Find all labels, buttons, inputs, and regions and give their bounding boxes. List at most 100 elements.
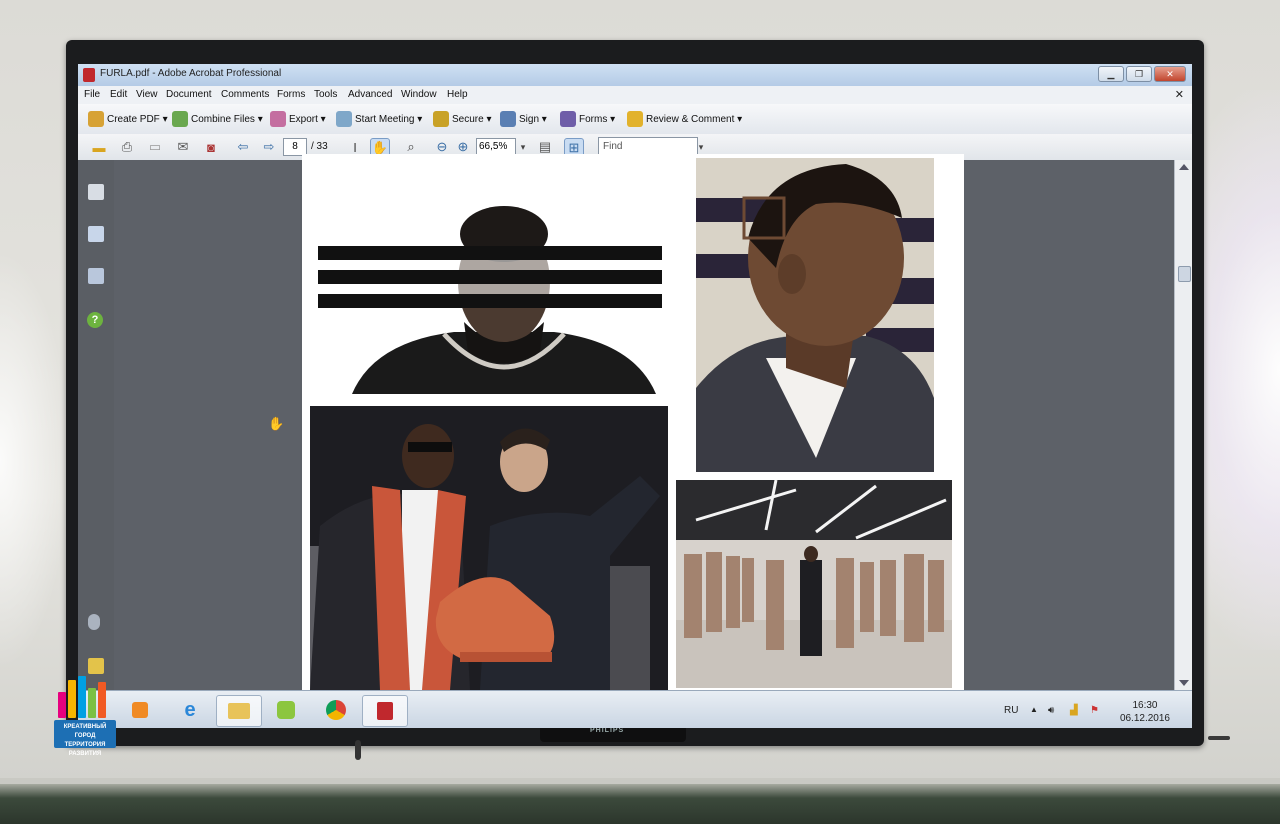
logo-line2: ТЕРРИТОРИЯ РАЗВИТИЯ bbox=[64, 742, 106, 757]
photo-sneaker-duo bbox=[310, 406, 668, 690]
menu-advanced[interactable]: Advanced bbox=[348, 89, 392, 100]
task-toolbar: Create PDF ▾ Combine Files ▾ Export ▾ St… bbox=[78, 104, 1192, 135]
attachments-icon[interactable] bbox=[88, 614, 100, 630]
action-center-icon[interactable]: ⚑ bbox=[1090, 705, 1099, 716]
print-icon[interactable]: ⎙ bbox=[118, 138, 136, 156]
open-folder-icon[interactable]: ▬ bbox=[90, 138, 108, 156]
photo-striped-portrait bbox=[304, 162, 692, 402]
striped-portrait-image bbox=[304, 162, 692, 402]
export-icon bbox=[270, 111, 286, 127]
menu-help[interactable]: Help bbox=[447, 89, 468, 100]
meeting-icon bbox=[336, 111, 352, 127]
menu-file[interactable]: File bbox=[84, 89, 100, 100]
vertical-scrollbar[interactable] bbox=[1174, 160, 1192, 690]
menu-tools[interactable]: Tools bbox=[314, 89, 337, 100]
forms-label: Forms ▾ bbox=[579, 113, 616, 125]
bookmarks-panel-icon[interactable] bbox=[88, 226, 104, 242]
document-close-icon[interactable]: ✕ bbox=[1175, 88, 1184, 101]
media-player-task[interactable] bbox=[118, 695, 162, 725]
lock-icon bbox=[433, 111, 449, 127]
export-label: Export ▾ bbox=[289, 113, 326, 125]
chrome-icon bbox=[326, 700, 346, 720]
sign-label: Sign ▾ bbox=[519, 113, 547, 125]
acrobat-task[interactable] bbox=[362, 695, 408, 727]
menu-forms[interactable]: Forms bbox=[277, 89, 305, 100]
clock-date: 06.12.2016 bbox=[1119, 713, 1170, 724]
clock-time: 16:30 bbox=[1132, 700, 1158, 711]
file-explorer-icon bbox=[228, 703, 250, 719]
review-icon bbox=[627, 111, 643, 127]
monitor-led bbox=[1208, 736, 1230, 740]
menu-view[interactable]: View bbox=[136, 89, 158, 100]
logo-line1: КРЕАТИВНЫЙ ГОРОД bbox=[63, 724, 107, 739]
menu-comments[interactable]: Comments bbox=[221, 89, 269, 100]
monitor-brand: PHILIPS bbox=[590, 727, 625, 734]
window-controls: ▁ ❐ ✕ bbox=[1098, 66, 1186, 82]
chrome-task[interactable] bbox=[314, 695, 358, 725]
secure-button[interactable]: Secure ▾ bbox=[433, 110, 491, 128]
create-pdf-icon bbox=[88, 111, 104, 127]
combine-files-icon bbox=[172, 111, 188, 127]
scroll-down-icon[interactable] bbox=[1179, 680, 1189, 686]
menu-document[interactable]: Document bbox=[166, 89, 212, 100]
hand-cursor-icon: ✋ bbox=[268, 416, 285, 431]
forms-button[interactable]: Forms ▾ bbox=[560, 110, 615, 128]
menu-edit[interactable]: Edit bbox=[110, 89, 127, 100]
logo-buildings bbox=[58, 676, 112, 718]
combine-files-button[interactable]: Combine Files ▾ bbox=[172, 110, 263, 128]
photo-runway-show bbox=[676, 480, 952, 688]
previous-page-icon[interactable]: ⇦ bbox=[234, 138, 252, 156]
scroll-up-icon[interactable] bbox=[1179, 164, 1189, 170]
acrobat-app-icon bbox=[83, 68, 95, 82]
secure-label: Secure ▾ bbox=[452, 113, 492, 125]
scroll-thumb[interactable] bbox=[1178, 266, 1191, 282]
internet-explorer-task[interactable]: e bbox=[168, 695, 212, 725]
pen-icon bbox=[500, 111, 516, 127]
photo-profile-portrait bbox=[696, 158, 934, 472]
window-title: FURLA.pdf - Adobe Acrobat Professional bbox=[100, 68, 282, 79]
start-meeting-button[interactable]: Start Meeting ▾ bbox=[336, 110, 422, 128]
signatures-panel-icon[interactable] bbox=[88, 268, 104, 284]
forms-icon bbox=[560, 111, 576, 127]
help-icon[interactable]: ? bbox=[87, 312, 103, 328]
board-rail bbox=[0, 784, 1280, 824]
system-clock[interactable]: 16:30 06.12.2016 bbox=[1120, 699, 1170, 725]
logo-text: КРЕАТИВНЫЙ ГОРОД ТЕРРИТОРИЯ РАЗВИТИЯ bbox=[54, 720, 116, 757]
comments-panel-icon[interactable] bbox=[88, 658, 104, 674]
maximize-button[interactable]: ❐ bbox=[1126, 66, 1152, 82]
pages-panel-icon[interactable] bbox=[88, 184, 104, 200]
create-pdf-button[interactable]: Create PDF ▾ bbox=[88, 110, 168, 128]
email-icon[interactable]: ✉ bbox=[174, 138, 192, 156]
sneaker-duo-image bbox=[310, 406, 668, 690]
file-explorer-task[interactable] bbox=[216, 695, 262, 727]
wall-light-left bbox=[0, 250, 70, 670]
screen: FURLA.pdf - Adobe Acrobat Professional ▁… bbox=[78, 64, 1192, 728]
app-icon bbox=[277, 701, 295, 719]
review-comment-button[interactable]: Review & Comment ▾ bbox=[627, 110, 742, 128]
language-indicator[interactable]: RU bbox=[1004, 705, 1018, 716]
internet-explorer-icon: e bbox=[184, 698, 196, 721]
export-button[interactable]: Export ▾ bbox=[270, 110, 326, 128]
review-comment-label: Review & Comment ▾ bbox=[646, 113, 743, 125]
page-total: / 33 bbox=[311, 141, 328, 152]
runway-show-image bbox=[676, 480, 952, 688]
start-meeting-label: Start Meeting ▾ bbox=[355, 113, 423, 125]
profile-portrait-image bbox=[696, 158, 934, 472]
media-player-icon bbox=[132, 702, 148, 718]
create-pdf-label: Create PDF ▾ bbox=[107, 113, 168, 125]
camera-icon[interactable]: ◙ bbox=[202, 138, 220, 156]
save-icon[interactable]: ▭ bbox=[146, 138, 164, 156]
network-icon[interactable]: ▟ bbox=[1070, 705, 1078, 716]
cable bbox=[355, 740, 361, 760]
title-bar: FURLA.pdf - Adobe Acrobat Professional ▁… bbox=[78, 64, 1192, 86]
menu-window[interactable]: Window bbox=[401, 89, 437, 100]
show-hidden-icons-icon[interactable]: ▲ bbox=[1030, 705, 1038, 714]
green-app-task[interactable] bbox=[264, 695, 308, 725]
pdf-page bbox=[302, 154, 964, 690]
combine-files-label: Combine Files ▾ bbox=[191, 113, 263, 125]
minimize-button[interactable]: ▁ bbox=[1098, 66, 1124, 82]
next-page-icon[interactable]: ⇨ bbox=[260, 138, 278, 156]
sign-button[interactable]: Sign ▾ bbox=[500, 110, 547, 128]
close-button[interactable]: ✕ bbox=[1154, 66, 1186, 82]
volume-icon[interactable]: 🔊︎ bbox=[1048, 705, 1054, 716]
